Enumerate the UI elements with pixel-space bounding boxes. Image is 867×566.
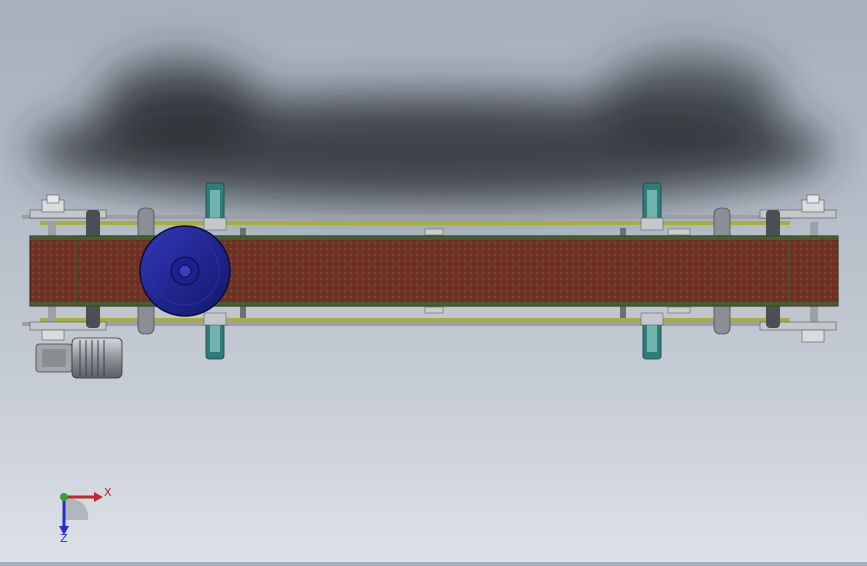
model-shadow xyxy=(30,55,830,205)
triad-plane xyxy=(65,497,89,520)
cad-viewport[interactable]: X Z xyxy=(0,0,867,562)
right-bottom-bracket[interactable] xyxy=(640,312,664,360)
y-axis-dot xyxy=(60,493,68,501)
x-axis-label: X xyxy=(104,486,112,499)
right-top-bracket[interactable] xyxy=(640,182,664,231)
drive-drum[interactable] xyxy=(139,225,231,317)
x-axis-arrowhead xyxy=(94,492,103,502)
z-axis-label: Z xyxy=(60,532,68,545)
left-top-bracket[interactable] xyxy=(203,182,227,231)
gear-motor[interactable] xyxy=(35,337,123,379)
conveyor-model[interactable] xyxy=(0,0,867,562)
left-bottom-bracket[interactable] xyxy=(203,312,227,360)
axis-triad[interactable] xyxy=(59,492,103,535)
